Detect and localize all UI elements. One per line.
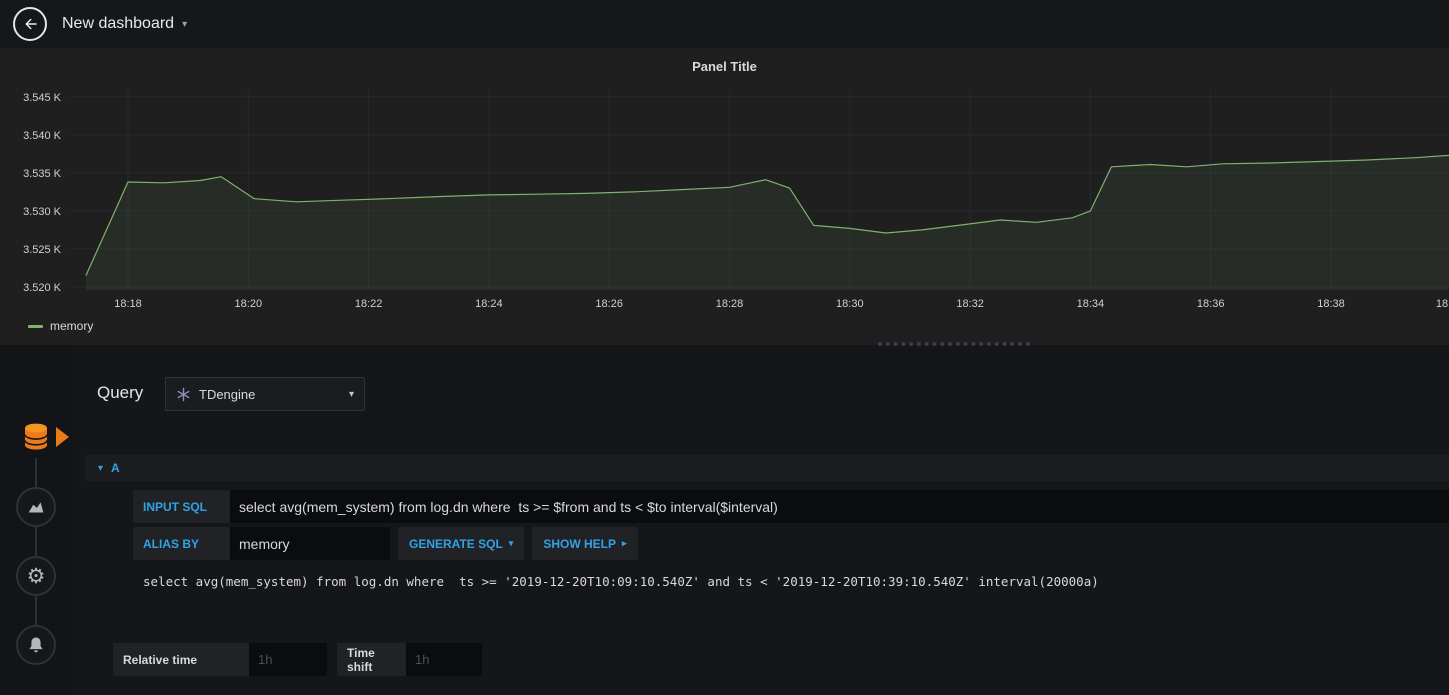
legend-item-memory[interactable]: memory xyxy=(28,319,93,333)
time-shift-input[interactable] xyxy=(406,643,482,676)
top-navbar: New dashboard ▾ xyxy=(0,0,1449,48)
y-tick-label: 3.525 K xyxy=(23,244,62,256)
x-tick-label: 18:20 xyxy=(235,298,263,310)
legend-series-label: memory xyxy=(50,319,94,333)
x-tick-label: 18:22 xyxy=(355,298,383,310)
x-tick-label: 18:30 xyxy=(836,298,864,310)
tab-connector-line xyxy=(35,458,37,625)
input-sql-label: INPUT SQL xyxy=(133,490,230,523)
x-tick-label: 18:26 xyxy=(595,298,623,310)
alias-by-row: ALIAS BY GENERATE SQL ▾ SHOW HELP ▸ xyxy=(133,527,638,560)
y-tick-label: 3.530 K xyxy=(23,206,62,218)
x-tick-label: 18:18 xyxy=(114,298,142,310)
y-tick-label: 3.540 K xyxy=(23,130,62,142)
x-tick-label: 18 xyxy=(1436,298,1448,310)
tab-visualization[interactable] xyxy=(16,487,56,527)
dashboard-title-text: New dashboard xyxy=(62,15,175,32)
generate-sql-button[interactable]: GENERATE SQL ▾ xyxy=(398,527,525,560)
input-sql-field[interactable] xyxy=(230,490,1449,523)
chevron-down-icon: ▾ xyxy=(348,388,354,400)
x-tick-label: 18:34 xyxy=(1077,298,1105,310)
tab-general[interactable]: ⚙ xyxy=(16,556,56,596)
query-section-label: Query xyxy=(97,383,144,402)
generated-sql-text: select avg(mem_system) from log.dn where… xyxy=(143,574,1099,589)
graph-panel: Panel Title 3.545 K 3.540 K 3.535 K 3.530 K… xyxy=(0,48,1449,345)
alias-by-field[interactable] xyxy=(230,527,390,560)
bell-icon xyxy=(29,637,43,653)
series-area xyxy=(85,155,1449,290)
chevron-down-icon: ▾ xyxy=(508,538,514,548)
gear-icon: ⚙ xyxy=(26,563,46,588)
database-icon xyxy=(24,423,48,450)
x-tick-label: 18:32 xyxy=(956,298,984,310)
collapse-caret-icon: ▾ xyxy=(98,462,104,474)
show-help-label: SHOW HELP xyxy=(543,536,616,551)
x-tick-label: 18:36 xyxy=(1197,298,1225,310)
y-tick-label: 3.545 K xyxy=(23,92,62,104)
generate-sql-label: GENERATE SQL xyxy=(409,536,503,551)
query-options-row: Relative time Time shift xyxy=(113,643,482,676)
back-button[interactable] xyxy=(13,7,47,41)
alias-by-label: ALIAS BY xyxy=(133,527,230,560)
active-tab-arrow-icon xyxy=(56,427,69,447)
datasource-picker[interactable]: TDengine ▾ xyxy=(165,377,365,411)
dashboard-title[interactable]: New dashboard ▾ xyxy=(62,15,187,33)
chevron-right-icon: ▸ xyxy=(622,538,627,548)
area-chart-icon xyxy=(28,502,44,513)
datasource-name: TDengine xyxy=(199,386,256,402)
query-row-header[interactable]: ▾ A xyxy=(85,455,1449,481)
x-tick-label: 18:38 xyxy=(1317,298,1345,310)
tab-alert[interactable] xyxy=(16,625,56,665)
tdengine-icon xyxy=(177,387,190,401)
chevron-down-icon: ▾ xyxy=(182,18,188,30)
time-shift-label: Time shift xyxy=(337,643,406,676)
panel-resize-handle[interactable] xyxy=(878,341,1030,346)
timeseries-chart[interactable]: 3.545 K 3.540 K 3.535 K 3.530 K 3.525 K 3.520… xyxy=(0,48,1449,313)
relative-time-input[interactable] xyxy=(249,643,327,676)
show-help-button[interactable]: SHOW HELP ▸ xyxy=(532,527,638,560)
x-tick-label: 18:24 xyxy=(475,298,503,310)
y-tick-label: 3.535 K xyxy=(23,168,62,180)
y-tick-label: 3.520 K xyxy=(23,282,62,294)
relative-time-label: Relative time xyxy=(113,643,249,676)
tab-queries[interactable] xyxy=(23,422,49,452)
input-sql-row: INPUT SQL xyxy=(133,490,1449,523)
x-tick-label: 18:28 xyxy=(716,298,744,310)
arrow-left-icon xyxy=(25,18,37,30)
query-ref-id: A xyxy=(111,461,120,475)
legend-series-swatch xyxy=(28,324,43,328)
